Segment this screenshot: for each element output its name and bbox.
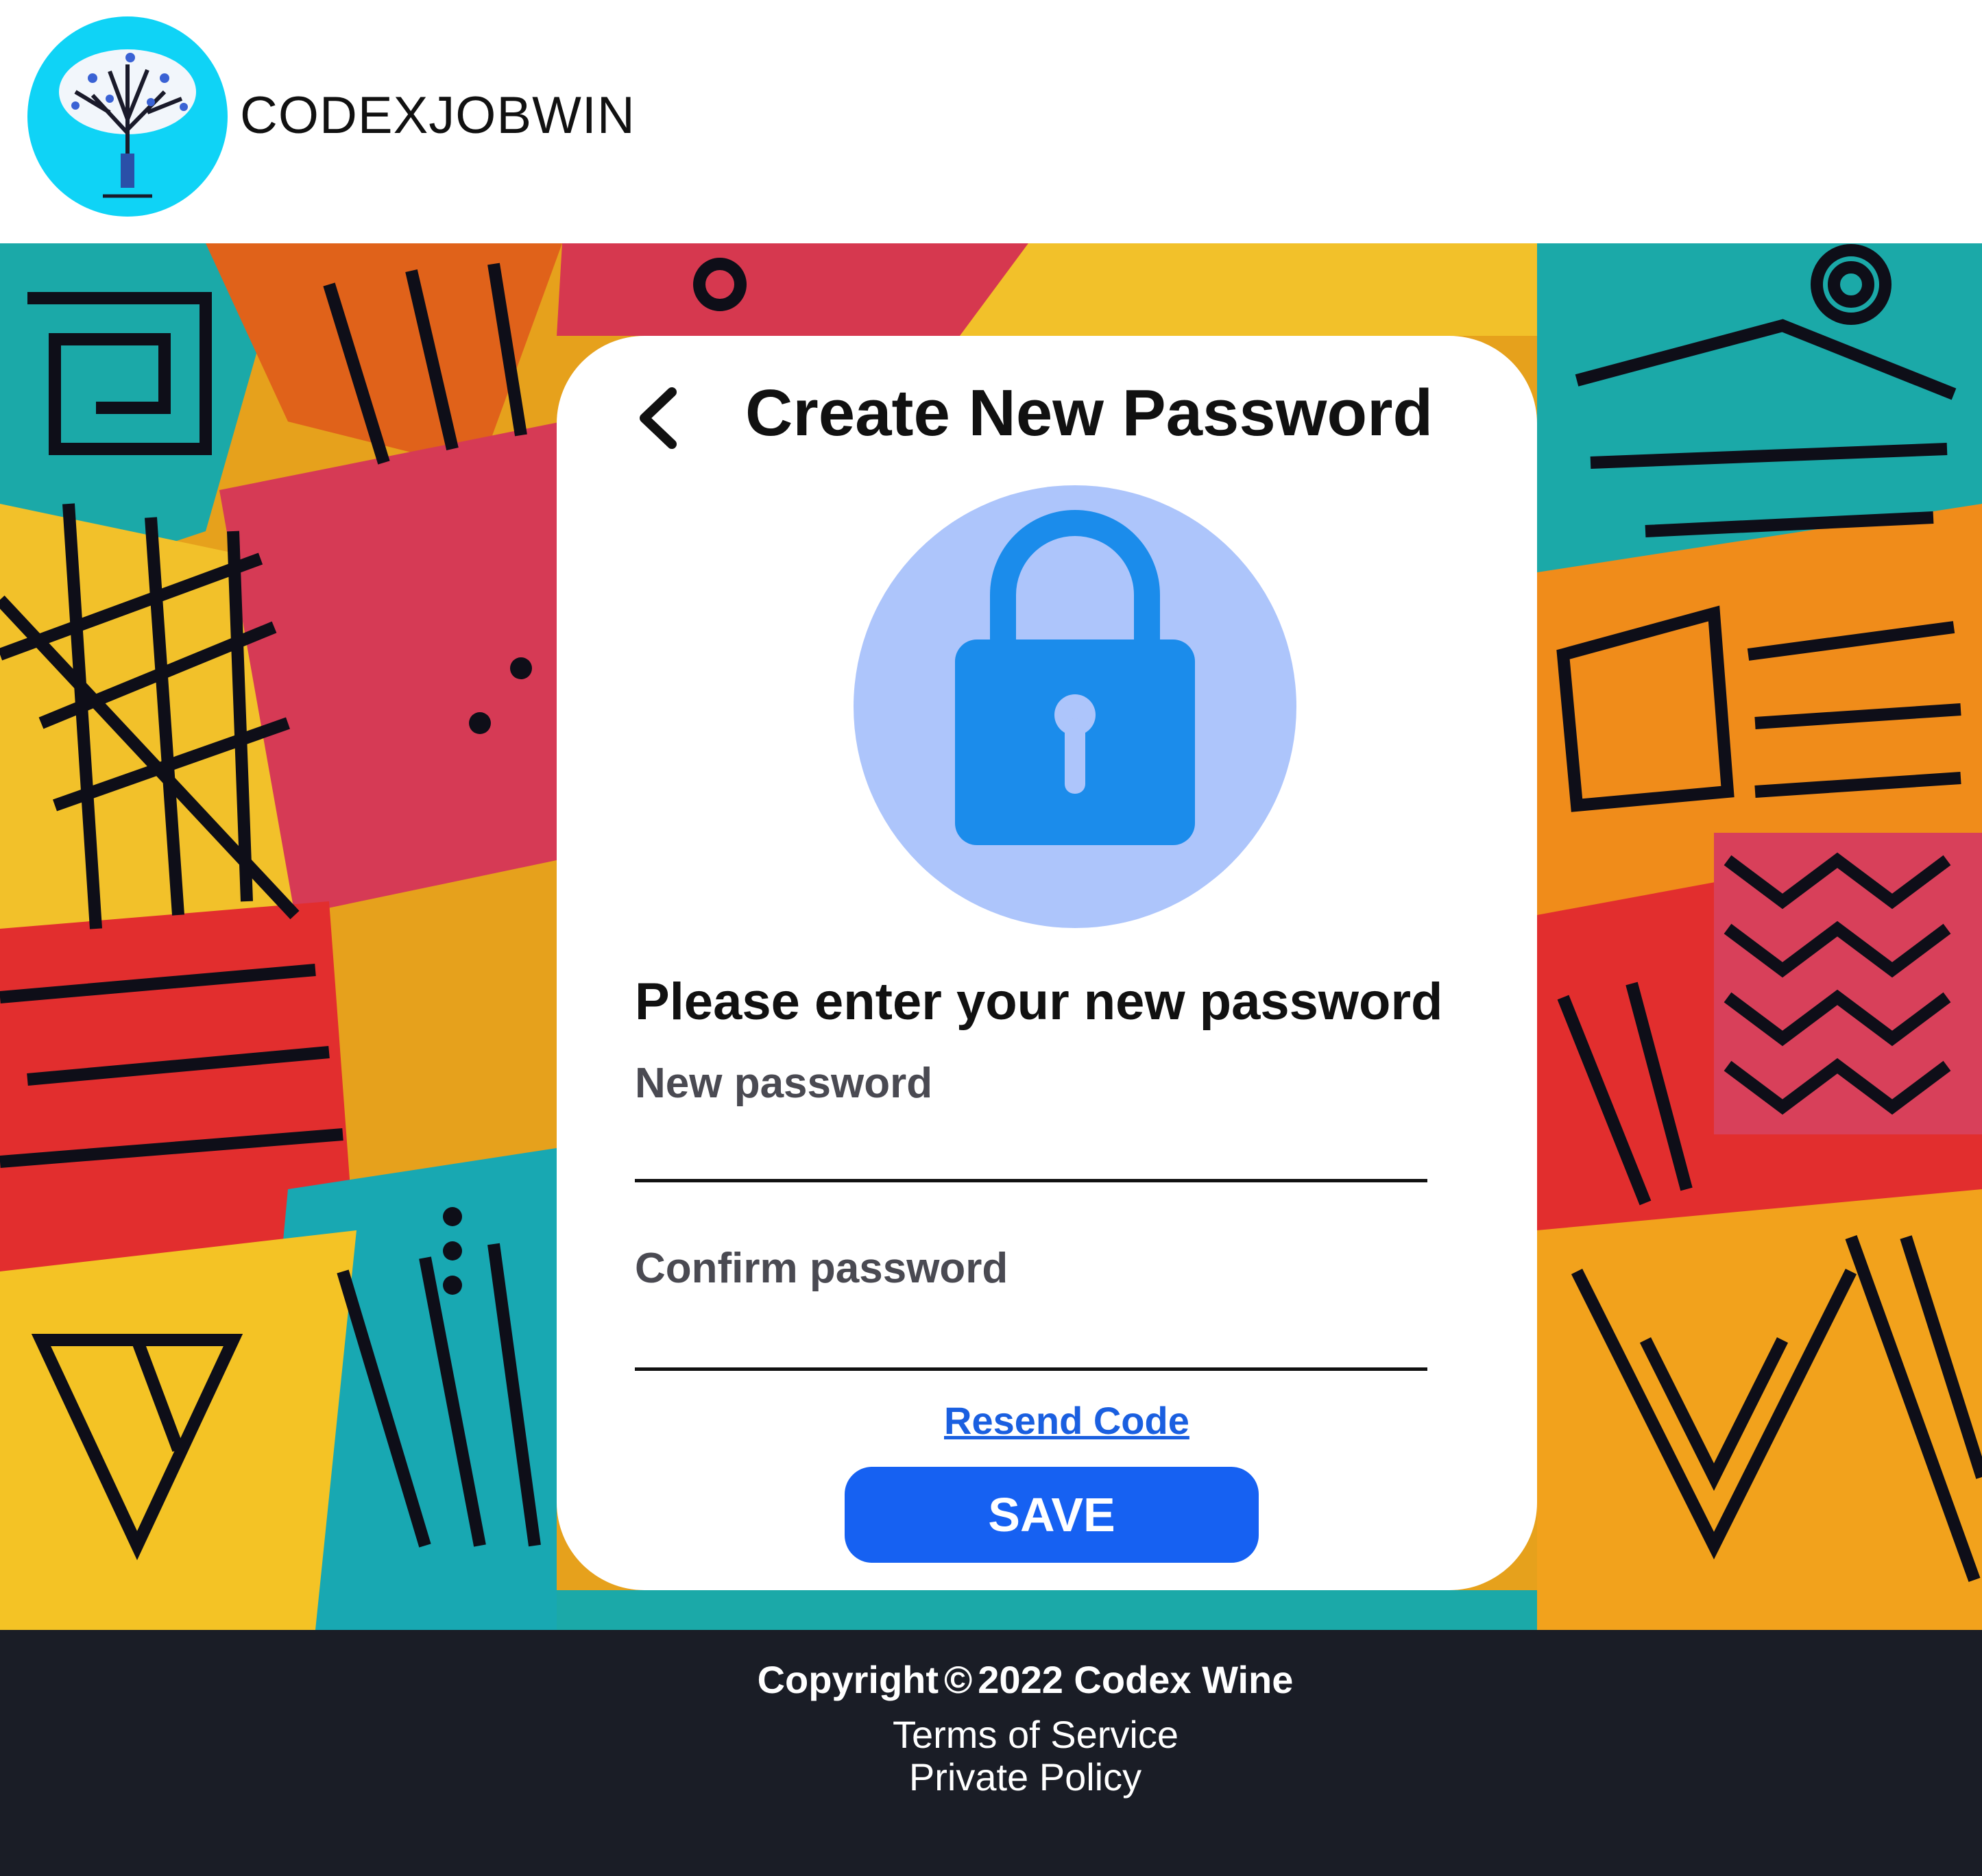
copyright-text: Copyright © 2022 Codex Wine xyxy=(0,1657,1982,1702)
copyright-prefix: Copyright xyxy=(757,1658,939,1701)
resend-code-link[interactable]: Resend Code xyxy=(944,1398,1189,1443)
tree-logo-icon[interactable] xyxy=(27,16,228,217)
confirm-password-label: Confirm password xyxy=(635,1245,1008,1292)
privacy-policy-link[interactable]: Private Policy xyxy=(0,1755,1982,1799)
copyright-owner: 2022 Codex Wine xyxy=(978,1658,1294,1701)
terms-of-service-link[interactable]: Terms of Service xyxy=(0,1712,1982,1757)
new-password-label: New password xyxy=(635,1060,933,1107)
brand-name: CODEXJOBWIN xyxy=(240,86,636,145)
save-button[interactable]: SAVE xyxy=(845,1467,1259,1563)
padlock-icon xyxy=(955,510,1195,845)
chevron-left-icon xyxy=(640,387,677,449)
instruction-text: Please enter your new password xyxy=(635,973,1443,1031)
site-header: CODEXJOBWIN xyxy=(0,0,1982,243)
copyright-icon: © xyxy=(944,1658,973,1701)
page-title: Create New Password xyxy=(745,376,1434,450)
site-footer: Copyright © 2022 Codex Wine Terms of Servi… xyxy=(0,1630,1982,1876)
back-button[interactable] xyxy=(632,384,687,452)
create-password-card: Create New Password Please enter your ne… xyxy=(557,336,1537,1590)
lock-illustration xyxy=(854,485,1296,928)
confirm-password-field[interactable] xyxy=(635,1313,1427,1371)
new-password-field[interactable] xyxy=(635,1124,1427,1182)
